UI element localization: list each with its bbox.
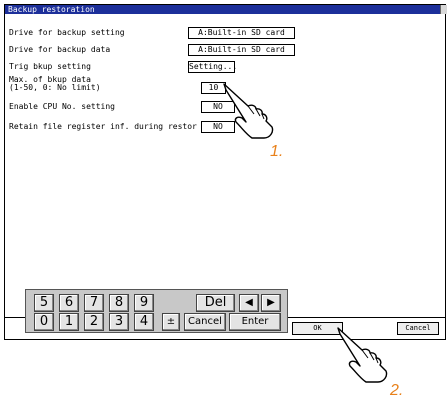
retain-file-label: Retain file register inf. during restor	[9, 122, 197, 131]
key-0[interactable]: 0	[34, 313, 54, 331]
step-2-callout: 2.	[390, 382, 404, 399]
drive-data-field[interactable]: A:Built-in SD card	[188, 44, 295, 56]
pointing-hand-icon	[223, 83, 274, 139]
window-title: Backup restoration	[5, 5, 445, 14]
pointing-hand-icon	[337, 327, 388, 383]
key-enter[interactable]: Enter	[229, 313, 281, 331]
drive-setting-field[interactable]: A:Built-in SD card	[188, 27, 295, 39]
key-left-arrow-icon[interactable]: ◀	[239, 294, 259, 312]
drive-data-label: Drive for backup data	[9, 45, 111, 54]
key-3[interactable]: 3	[109, 313, 129, 331]
max-bkup-label-line2: (1-50, 0: No limit)	[9, 83, 101, 92]
max-bkup-label: Max. of bkup data (1-50, 0: No limit)	[9, 76, 101, 92]
key-6[interactable]: 6	[59, 294, 79, 312]
enable-cpu-label: Enable CPU No. setting	[9, 102, 115, 111]
close-button[interactable]	[440, 5, 447, 14]
key-5[interactable]: 5	[34, 294, 54, 312]
key-1[interactable]: 1	[59, 313, 79, 331]
key-cancel[interactable]: Cancel	[184, 313, 226, 331]
trig-setting-button[interactable]: Setting...	[188, 61, 237, 73]
cancel-button[interactable]: Cancel	[397, 322, 439, 335]
trig-bkup-label: Trig bkup setting	[9, 62, 91, 71]
key-right-arrow-icon[interactable]: ▶	[261, 294, 281, 312]
numeric-keypad: 5 6 7 8 9 Del ◀ ▶ 0 1 2 3 4 ± Cancel Ent…	[25, 289, 288, 333]
key-7[interactable]: 7	[84, 294, 104, 312]
step-1-callout: 1.	[270, 143, 284, 160]
key-del[interactable]: Del	[196, 294, 235, 312]
key-2[interactable]: 2	[84, 313, 104, 331]
key-4[interactable]: 4	[134, 313, 154, 331]
drive-setting-label: Drive for backup setting	[9, 28, 125, 37]
key-8[interactable]: 8	[109, 294, 129, 312]
key-sign[interactable]: ±	[162, 313, 180, 331]
key-9[interactable]: 9	[134, 294, 154, 312]
